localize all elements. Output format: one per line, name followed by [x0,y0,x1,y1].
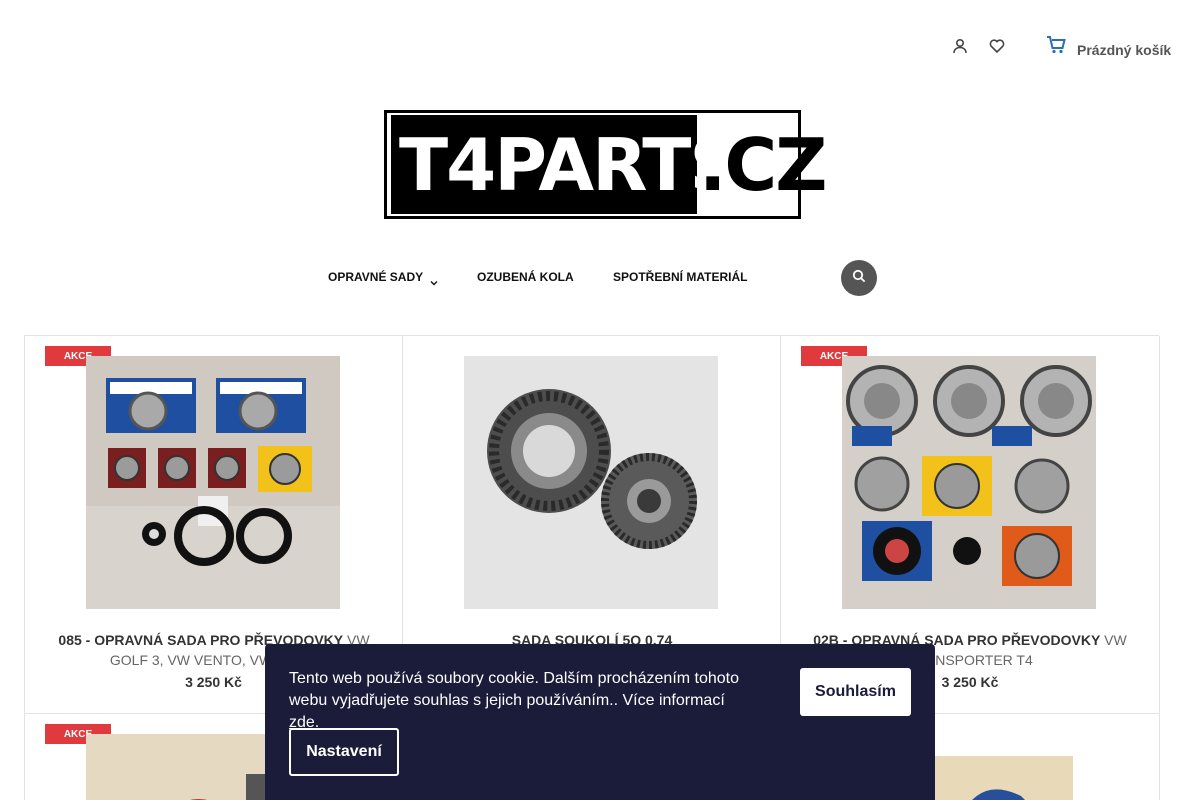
site-logo[interactable]: T4PARTS .CZ [384,110,827,219]
logo-text-primary: T4PARTS [391,115,741,214]
top-bar: Prázdný košík [0,0,1200,90]
heart-icon[interactable] [987,36,1007,56]
nav-item-spotrebni-material[interactable]: SPOTŘEBNÍ MATERIÁL [613,270,747,284]
cart-icon[interactable] [1044,32,1068,56]
nav-item-ozubena-kola[interactable]: OZUBENÁ KOLA [477,270,574,284]
search-button[interactable] [841,260,877,296]
cookie-message: Tento web používá soubory cookie. Dalším… [289,670,740,709]
cookie-accept-button[interactable]: Souhlasím [800,668,911,716]
logo-text-secondary: .CZ [699,122,827,207]
cookie-text: Tento web používá soubory cookie. Dalším… [289,668,759,734]
main-navigation: OPRAVNÉ SADY OZUBENÁ KOLA SPOTŘEBNÍ MATE… [0,268,1200,288]
cart-label[interactable]: Prázdný košík [1077,42,1171,58]
nav-item-opravne-sady[interactable]: OPRAVNÉ SADY [328,270,423,284]
search-icon [852,269,866,288]
chevron-down-icon[interactable] [430,274,438,286]
cookie-banner: Tento web používá soubory cookie. Dalším… [265,644,935,800]
product-image[interactable] [464,356,718,609]
user-icon[interactable] [950,36,970,56]
product-image[interactable] [86,356,340,609]
cookie-settings-button[interactable]: Nastavení [289,728,399,776]
product-image[interactable] [842,356,1096,609]
